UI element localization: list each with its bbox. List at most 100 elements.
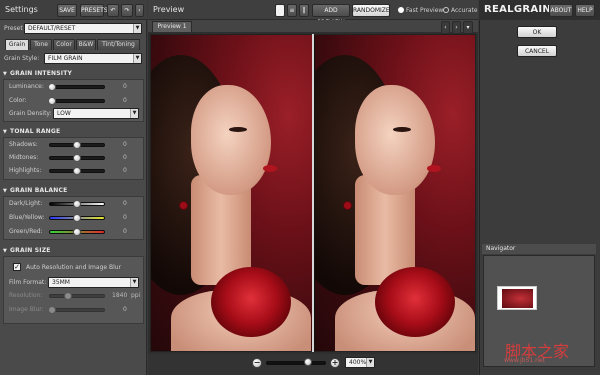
cancel-button[interactable]: CANCEL — [517, 45, 557, 57]
green-red-value: 0 — [123, 228, 127, 235]
split-divider[interactable] — [312, 34, 314, 352]
image-blur-slider[interactable] — [49, 308, 105, 312]
grain-size-header: ▼ GRAIN SIZE — [3, 247, 51, 254]
zoom-select[interactable]: 400% ▼ — [345, 357, 375, 368]
grain-size-title: GRAIN SIZE — [10, 247, 51, 254]
zoom-in-icon[interactable]: + — [330, 358, 340, 368]
tonal-range-header: ▼ TONAL RANGE — [3, 128, 61, 135]
auto-resolution-label: Auto Resolution and Image Blur — [26, 264, 122, 271]
blue-yellow-value: 0 — [123, 214, 127, 221]
presets-button[interactable]: PRESETS — [80, 4, 108, 17]
randomize-button[interactable]: RANDOMIZE — [352, 4, 390, 17]
tab-color[interactable]: Color — [53, 39, 75, 50]
chevron-down-icon: ▼ — [130, 109, 138, 118]
navigator-header: Navigator — [482, 244, 596, 254]
resolution-value: 1840 — [112, 292, 128, 299]
auto-resolution-checkbox[interactable]: ✓ — [13, 263, 21, 271]
dark-light-value: 0 — [123, 200, 127, 207]
redo-icon[interactable]: ↷ — [121, 4, 133, 17]
accurate-label: Accurate — [451, 7, 478, 14]
film-format-value: 35MM — [52, 279, 70, 286]
tab-grain[interactable]: Grain — [5, 39, 29, 50]
grain-style-value: FILM GRAIN — [48, 55, 83, 62]
chevron-left-icon[interactable]: ‹ — [441, 21, 450, 34]
grain-density-value: LOW — [57, 110, 71, 117]
midtones-slider-knob[interactable] — [73, 154, 81, 162]
tab-tone[interactable]: Tone — [30, 39, 52, 50]
resolution-unit: ppi — [131, 292, 141, 299]
save-button[interactable]: SAVE — [57, 4, 77, 17]
blue-yellow-slider-knob[interactable] — [73, 214, 81, 222]
zoom-out-icon[interactable]: − — [252, 358, 262, 368]
navigator-thumbnail[interactable] — [497, 286, 537, 310]
resolution-slider[interactable] — [49, 294, 105, 298]
film-format-label: Film Format: — [9, 279, 47, 286]
shadows-slider-knob[interactable] — [73, 141, 81, 149]
menu-icon[interactable]: › — [135, 4, 144, 17]
grain-balance-header: ▼ GRAIN BALANCE — [3, 187, 68, 194]
chevron-down-icon: ▼ — [133, 54, 141, 63]
shadows-value: 0 — [123, 141, 127, 148]
color-value: 0 — [123, 97, 127, 104]
fast-preview-label: Fast Preview — [406, 7, 444, 14]
single-view-icon[interactable] — [275, 4, 285, 17]
shadows-label: Shadows: — [9, 141, 38, 148]
dark-light-slider-knob[interactable] — [73, 200, 81, 208]
green-red-slider-knob[interactable] — [73, 228, 81, 236]
about-button[interactable]: ABOUT — [549, 4, 573, 17]
help-button[interactable]: HELP — [575, 4, 595, 17]
image-blur-label: Image Blur: — [9, 306, 44, 313]
grain-density-select[interactable]: LOW ▼ — [53, 108, 139, 119]
luminance-slider[interactable] — [49, 85, 105, 89]
highlights-value: 0 — [123, 167, 127, 174]
chevron-down-icon[interactable]: ▾ — [463, 21, 473, 34]
green-red-label: Green/Red: — [9, 228, 43, 235]
color-slider[interactable] — [49, 99, 105, 103]
blue-yellow-label: Blue/Yellow: — [9, 214, 45, 221]
highlights-slider-knob[interactable] — [73, 167, 81, 175]
undo-icon[interactable]: ↶ — [107, 4, 119, 17]
midtones-value: 0 — [123, 154, 127, 161]
tab-tint-toning[interactable]: Tint/Toning — [97, 39, 140, 50]
film-format-select[interactable]: 35MM ▼ — [48, 277, 139, 288]
grain-intensity-title: GRAIN INTENSITY — [10, 70, 73, 77]
resolution-slider-knob[interactable] — [64, 292, 72, 300]
fast-preview-radio[interactable] — [398, 7, 404, 13]
preview-title: Preview — [153, 5, 185, 14]
chevron-right-icon[interactable]: › — [452, 21, 461, 34]
preset-select-value: DEFAULT/RESET — [28, 25, 76, 32]
add-preview-button[interactable]: ADD PREVIEW — [312, 4, 350, 26]
zoom-value: 400% — [349, 359, 367, 366]
image-blur-value: 0 — [123, 306, 127, 313]
midtones-label: Midtones: — [9, 154, 39, 161]
preset-select[interactable]: DEFAULT/RESET ▼ — [24, 23, 142, 34]
split-horizontal-icon[interactable]: ≡ — [287, 4, 297, 17]
preview-image-grain — [315, 35, 475, 351]
image-blur-slider-knob[interactable] — [48, 306, 56, 314]
resolution-label: Resolution: — [9, 292, 43, 299]
color-label: Color: — [9, 97, 27, 104]
preset-label: Preset — [4, 25, 23, 32]
grain-balance-title: GRAIN BALANCE — [10, 187, 68, 194]
luminance-slider-knob[interactable] — [48, 83, 56, 91]
grain-intensity-header: ▼ GRAIN INTENSITY — [3, 70, 73, 77]
accurate-radio[interactable] — [443, 7, 449, 13]
tonal-range-title: TONAL RANGE — [10, 128, 61, 135]
preview-image-original — [151, 35, 313, 351]
luminance-label: Luminance: — [9, 83, 44, 90]
color-slider-knob[interactable] — [48, 97, 56, 105]
tab-preview-1[interactable]: Preview 1 — [152, 21, 192, 32]
ok-button[interactable]: OK — [517, 26, 557, 38]
chevron-down-icon: ▼ — [130, 278, 138, 287]
tab-bw[interactable]: B&W — [76, 39, 96, 50]
highlights-label: Highlights: — [9, 167, 42, 174]
dark-light-label: Dark/Light: — [9, 200, 43, 207]
grain-style-select[interactable]: FILM GRAIN ▼ — [44, 53, 142, 64]
split-vertical-icon[interactable]: ‖ — [299, 4, 309, 17]
preview-tab-bar — [148, 20, 478, 32]
zoom-slider[interactable] — [266, 361, 326, 365]
chevron-down-icon: ▼ — [133, 24, 141, 33]
zoom-slider-knob[interactable] — [304, 358, 312, 366]
settings-title: Settings — [5, 5, 38, 14]
chevron-down-icon: ▼ — [366, 358, 374, 367]
